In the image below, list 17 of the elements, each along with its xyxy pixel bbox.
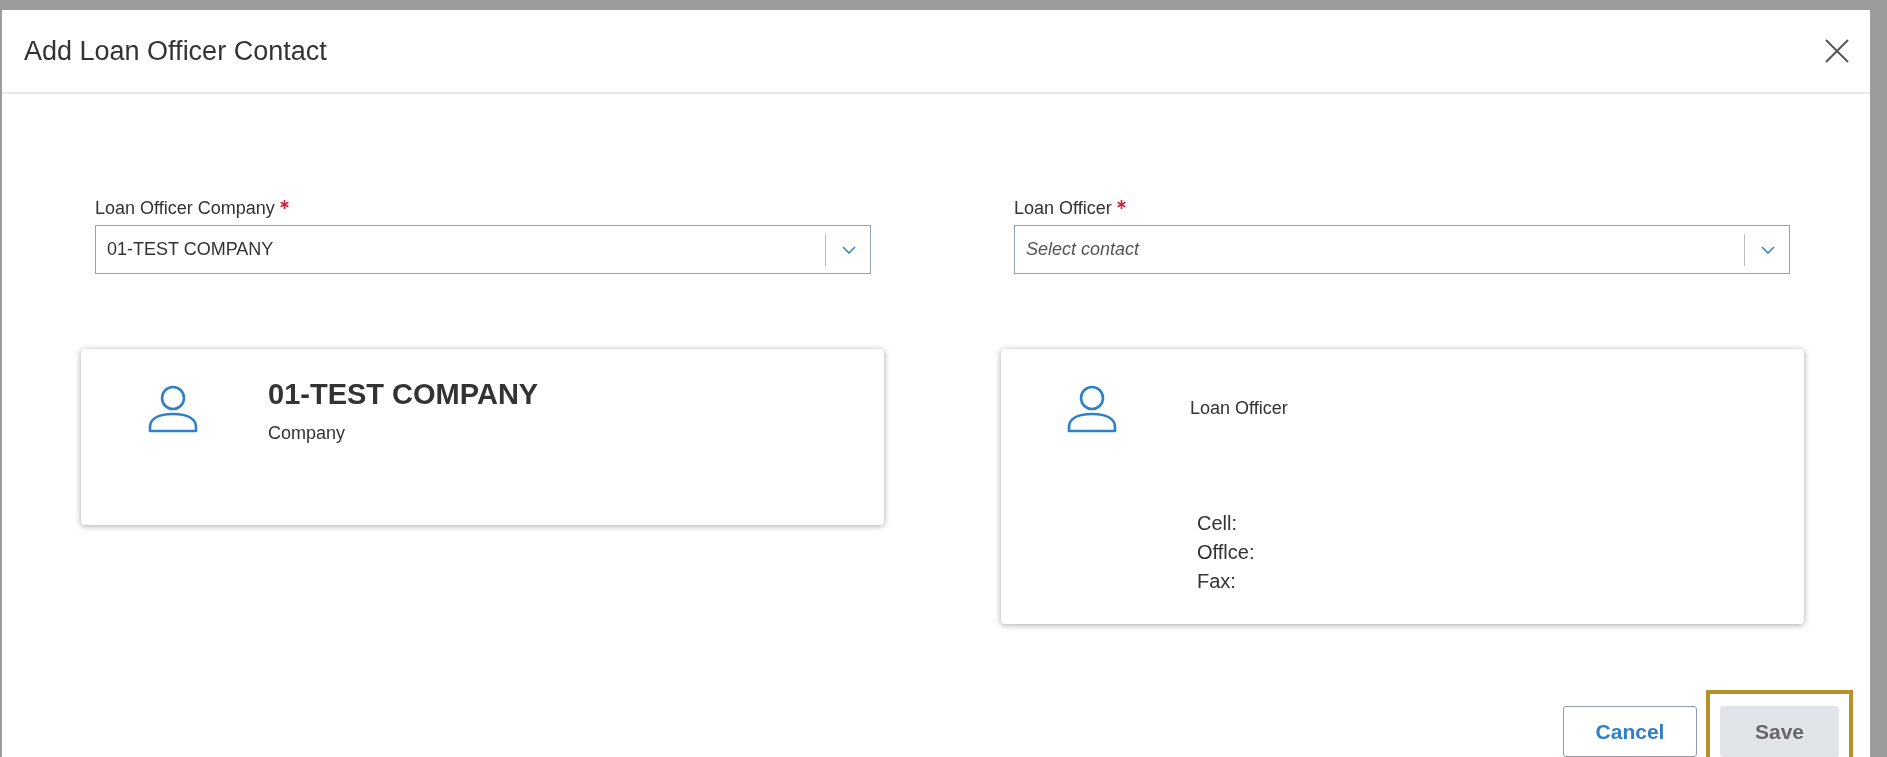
chevron-down-icon <box>1761 245 1775 254</box>
select-field[interactable]: 01-TEST COMPANY <box>95 225 871 274</box>
dialog-title: Add Loan Officer Contact <box>24 35 327 67</box>
detail-label: Cell: <box>1197 511 1238 536</box>
detail-label: Offlce: <box>1197 540 1256 565</box>
chevron-down-icon <box>842 245 856 254</box>
person-icon <box>1067 385 1117 433</box>
cancel-button[interactable]: Cancel <box>1563 706 1697 757</box>
company-name: 01-TEST COMPANY <box>268 378 539 411</box>
person-icon <box>148 385 198 433</box>
contact-type: Company <box>268 423 347 444</box>
field-label: Loan Officer <box>1014 198 1112 219</box>
close-icon[interactable] <box>1824 38 1850 64</box>
contact-type: Loan Officer <box>1190 398 1288 419</box>
detail-label: Fax: <box>1197 569 1237 594</box>
select-field[interactable]: Select contact <box>1014 225 1790 274</box>
field-label: Loan Officer Company <box>95 198 275 219</box>
